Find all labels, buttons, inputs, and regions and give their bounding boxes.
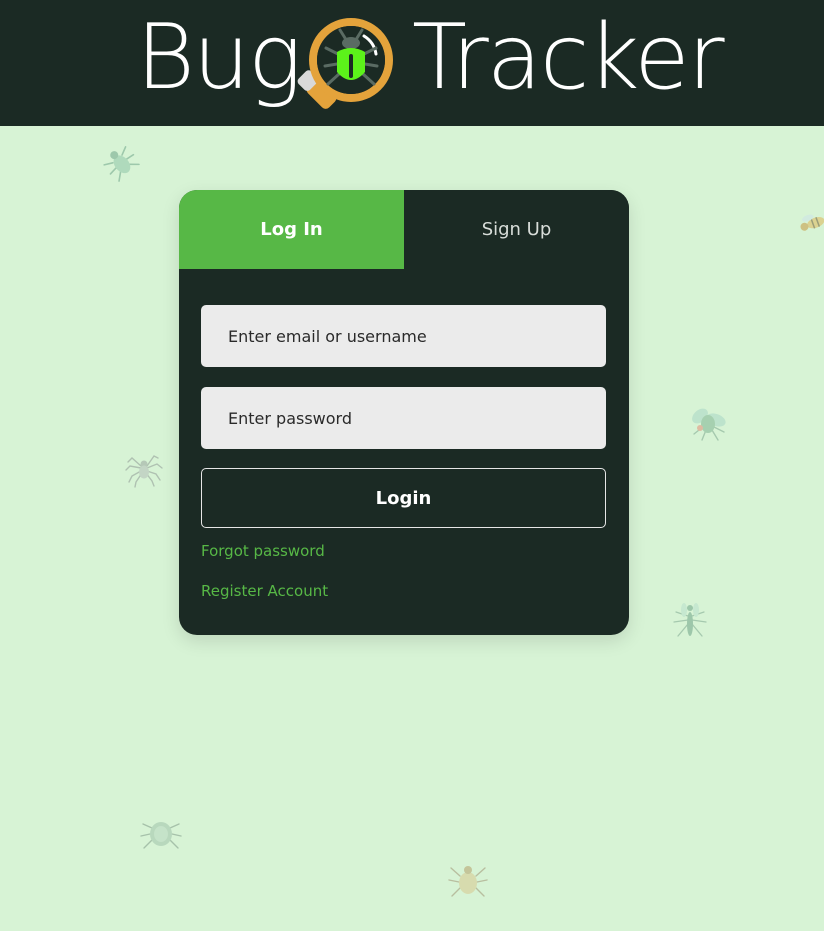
aphid-icon [140, 822, 182, 849]
auth-tabs: Log In Sign Up [179, 190, 629, 269]
forgot-password-link[interactable]: Forgot password [201, 542, 325, 560]
brand-text-bug: Bug [136, 5, 302, 110]
register-account-link[interactable]: Register Account [201, 582, 328, 600]
mosquito-icon [673, 603, 707, 637]
fly-icon [692, 408, 726, 441]
tab-log-in[interactable]: Log In [179, 190, 404, 269]
auth-card: Log In Sign Up Login Forgot password Reg… [179, 190, 629, 635]
spider-icon [125, 455, 163, 488]
password-input[interactable] [201, 387, 606, 449]
header-bar: Bug Tracker [0, 0, 824, 126]
beetle-icon [103, 146, 140, 182]
tab-sign-up[interactable]: Sign Up [404, 190, 629, 269]
email-username-input[interactable] [201, 305, 606, 367]
wasp-icon [800, 214, 824, 231]
login-button[interactable]: Login [201, 468, 606, 528]
magnifier-bug-icon [297, 18, 393, 109]
tick-icon [448, 866, 488, 897]
brand-text-tracker: Tracker [412, 5, 725, 110]
